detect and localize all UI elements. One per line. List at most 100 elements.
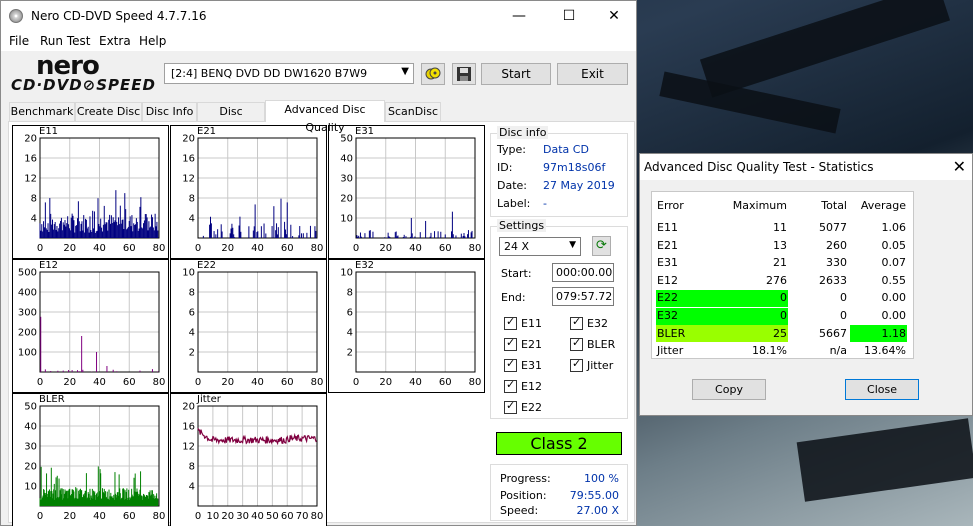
y-tick-label: 20: [182, 402, 195, 413]
graphs-area: 20 16 12 8 4 0 20 40 60 80 E11 20 16 12 8 4 0 20 40 60 80 E21…: [12, 125, 487, 526]
y-tick-label: 16: [24, 154, 37, 165]
tab-benchmark[interactable]: Benchmark: [9, 102, 75, 121]
stats-titlebar[interactable]: Advanced Disc Quality Test - Statistics …: [640, 154, 972, 180]
maximize-button[interactable]: ☐: [546, 1, 592, 31]
x-tick-label: 0: [195, 243, 201, 254]
y-tick-label: 50: [24, 402, 37, 413]
y-tick-label: 10: [340, 268, 353, 279]
x-tick-label: 60: [123, 377, 136, 388]
x-tick-label: 0: [37, 243, 43, 254]
graph-plot: 50403020100 20 40 60 80: [340, 134, 482, 255]
x-tick-label: 80: [153, 377, 166, 388]
save-button[interactable]: [452, 63, 476, 85]
checkbox-e31[interactable]: [504, 357, 517, 372]
stats-row-average: 13.64%: [864, 344, 906, 358]
menu-run-test[interactable]: Run Test: [40, 34, 90, 48]
graph-title: E12: [39, 260, 59, 271]
refresh-button[interactable]: ⟳: [592, 236, 611, 256]
stats-row-average: 1.06: [881, 221, 907, 234]
x-tick-label: 0: [37, 377, 43, 388]
start-input[interactable]: 000:00.00: [552, 263, 614, 282]
graph-plot: 201612840 10 20 30 40 50 60 70 80: [182, 402, 323, 523]
minimize-button[interactable]: —: [496, 1, 542, 31]
x-tick-label: 0: [353, 243, 359, 254]
stats-row-total: 0: [840, 291, 847, 305]
tab-advanced-disc-quality[interactable]: Advanced Disc Quality: [265, 100, 385, 134]
stats-row-total: 5077: [819, 221, 847, 234]
id-label: ID:: [497, 161, 513, 174]
exit-button[interactable]: Exit: [557, 63, 628, 85]
drive-select[interactable]: [2:4] BENQ DVD DD DW1620 B7W9 ▼: [164, 63, 414, 84]
x-tick-label: 20: [221, 377, 234, 388]
progress-value: 100 %: [584, 472, 619, 485]
end-input[interactable]: 079:57.72: [552, 287, 614, 306]
stats-row-average: 1.18: [881, 326, 907, 340]
stats-row-maximum: 11: [773, 221, 787, 234]
checkbox-e21-label: E21: [521, 338, 542, 351]
chevron-down-icon: ▼: [401, 66, 409, 77]
checkbox-e12-label: E12: [521, 380, 542, 393]
copy-button[interactable]: Copy: [692, 379, 766, 400]
stats-row-total: n/a: [829, 344, 847, 358]
tab-create-disc[interactable]: Create Disc: [75, 102, 142, 121]
x-tick-label: 20: [221, 243, 234, 254]
menu-extra[interactable]: Extra: [99, 34, 131, 48]
checkbox-e11-label: E11: [521, 317, 542, 330]
y-tick-label: 4: [189, 482, 195, 493]
graph-e32: 10 8 6 4 2 0 20 40 60 80 E32: [328, 259, 485, 393]
tab-scandisc[interactable]: ScanDisc: [385, 102, 441, 121]
checkbox-e22[interactable]: [504, 399, 517, 414]
graph-e22: 10 8 6 4 2 0 20 40 60 80 E22: [170, 259, 327, 393]
tab-disc-quality[interactable]: Disc Quality: [197, 102, 265, 136]
stats-row-maximum: 0: [780, 309, 787, 322]
checkbox-e12[interactable]: [504, 378, 517, 393]
stats-close-dialog-button[interactable]: Close: [845, 379, 919, 400]
checkbox-jitter-label: Jitter: [587, 359, 614, 372]
graph-plot: 1086420 20 40 60 80: [182, 268, 324, 389]
graph-e12: 500 400 300 200 100 0 20 40 60 80 E12: [12, 259, 169, 393]
checkbox-jitter[interactable]: [570, 357, 583, 372]
stats-row-error: E32: [657, 309, 678, 322]
chevron-down-icon: ▼: [569, 240, 576, 250]
menu-help[interactable]: Help: [139, 34, 166, 48]
x-tick-label: 80: [153, 511, 166, 522]
app-icon: [9, 9, 23, 23]
stats-header-error: Error: [657, 199, 684, 212]
stats-row-error: E12: [657, 273, 678, 287]
menu-file[interactable]: File: [9, 34, 29, 48]
stats-table: Error Maximum Total Average E11 11 5077 1.06 E21…: [651, 191, 914, 359]
progress-label: Progress:: [500, 472, 551, 485]
y-tick-label: 8: [189, 462, 195, 473]
y-tick-label: 4: [189, 214, 195, 225]
x-tick-label: 80: [469, 243, 482, 254]
graph-jitter: 20 16 12 8 4 0 10 20 30 40 50 60 70 80 Jitter: [170, 393, 327, 526]
checkbox-e21[interactable]: [504, 336, 517, 351]
y-tick-label: 12: [182, 442, 195, 453]
speed-value: 27.00 X: [576, 504, 619, 517]
tab-disc-info[interactable]: Disc Info: [142, 102, 197, 121]
stats-row-error: E31: [657, 256, 678, 270]
x-tick-label: 40: [93, 511, 106, 522]
close-button[interactable]: ✕: [591, 1, 637, 31]
y-tick-label: 20: [182, 134, 195, 145]
stats-close-button[interactable]: ✕: [953, 157, 966, 176]
stats-row-average: 0.00: [881, 309, 907, 322]
position-value: 79:55.00: [569, 489, 619, 502]
drive-eject-button[interactable]: [421, 63, 445, 85]
checkbox-e11[interactable]: [504, 315, 517, 330]
graph-plot: 201612840 20 40 60 80: [24, 134, 165, 255]
stats-row-error: E11: [657, 221, 678, 234]
speed-select[interactable]: 24 X ▼: [499, 237, 581, 256]
checkbox-bler[interactable]: [570, 336, 583, 351]
x-tick-label: 80: [311, 377, 324, 388]
titlebar[interactable]: Nero CD-DVD Speed 4.7.7.16 — ☐ ✕: [1, 1, 636, 31]
start-button[interactable]: Start: [481, 63, 551, 85]
x-tick-label: 40: [251, 377, 264, 388]
x-tick-label: 60: [439, 377, 452, 388]
x-tick-label: 0: [353, 377, 359, 388]
checkbox-e32[interactable]: [570, 315, 583, 330]
graph-title: E21: [197, 126, 217, 137]
background-ship-shape: [796, 418, 973, 502]
type-label: Type:: [497, 143, 526, 156]
x-tick-label: 20: [379, 243, 392, 254]
